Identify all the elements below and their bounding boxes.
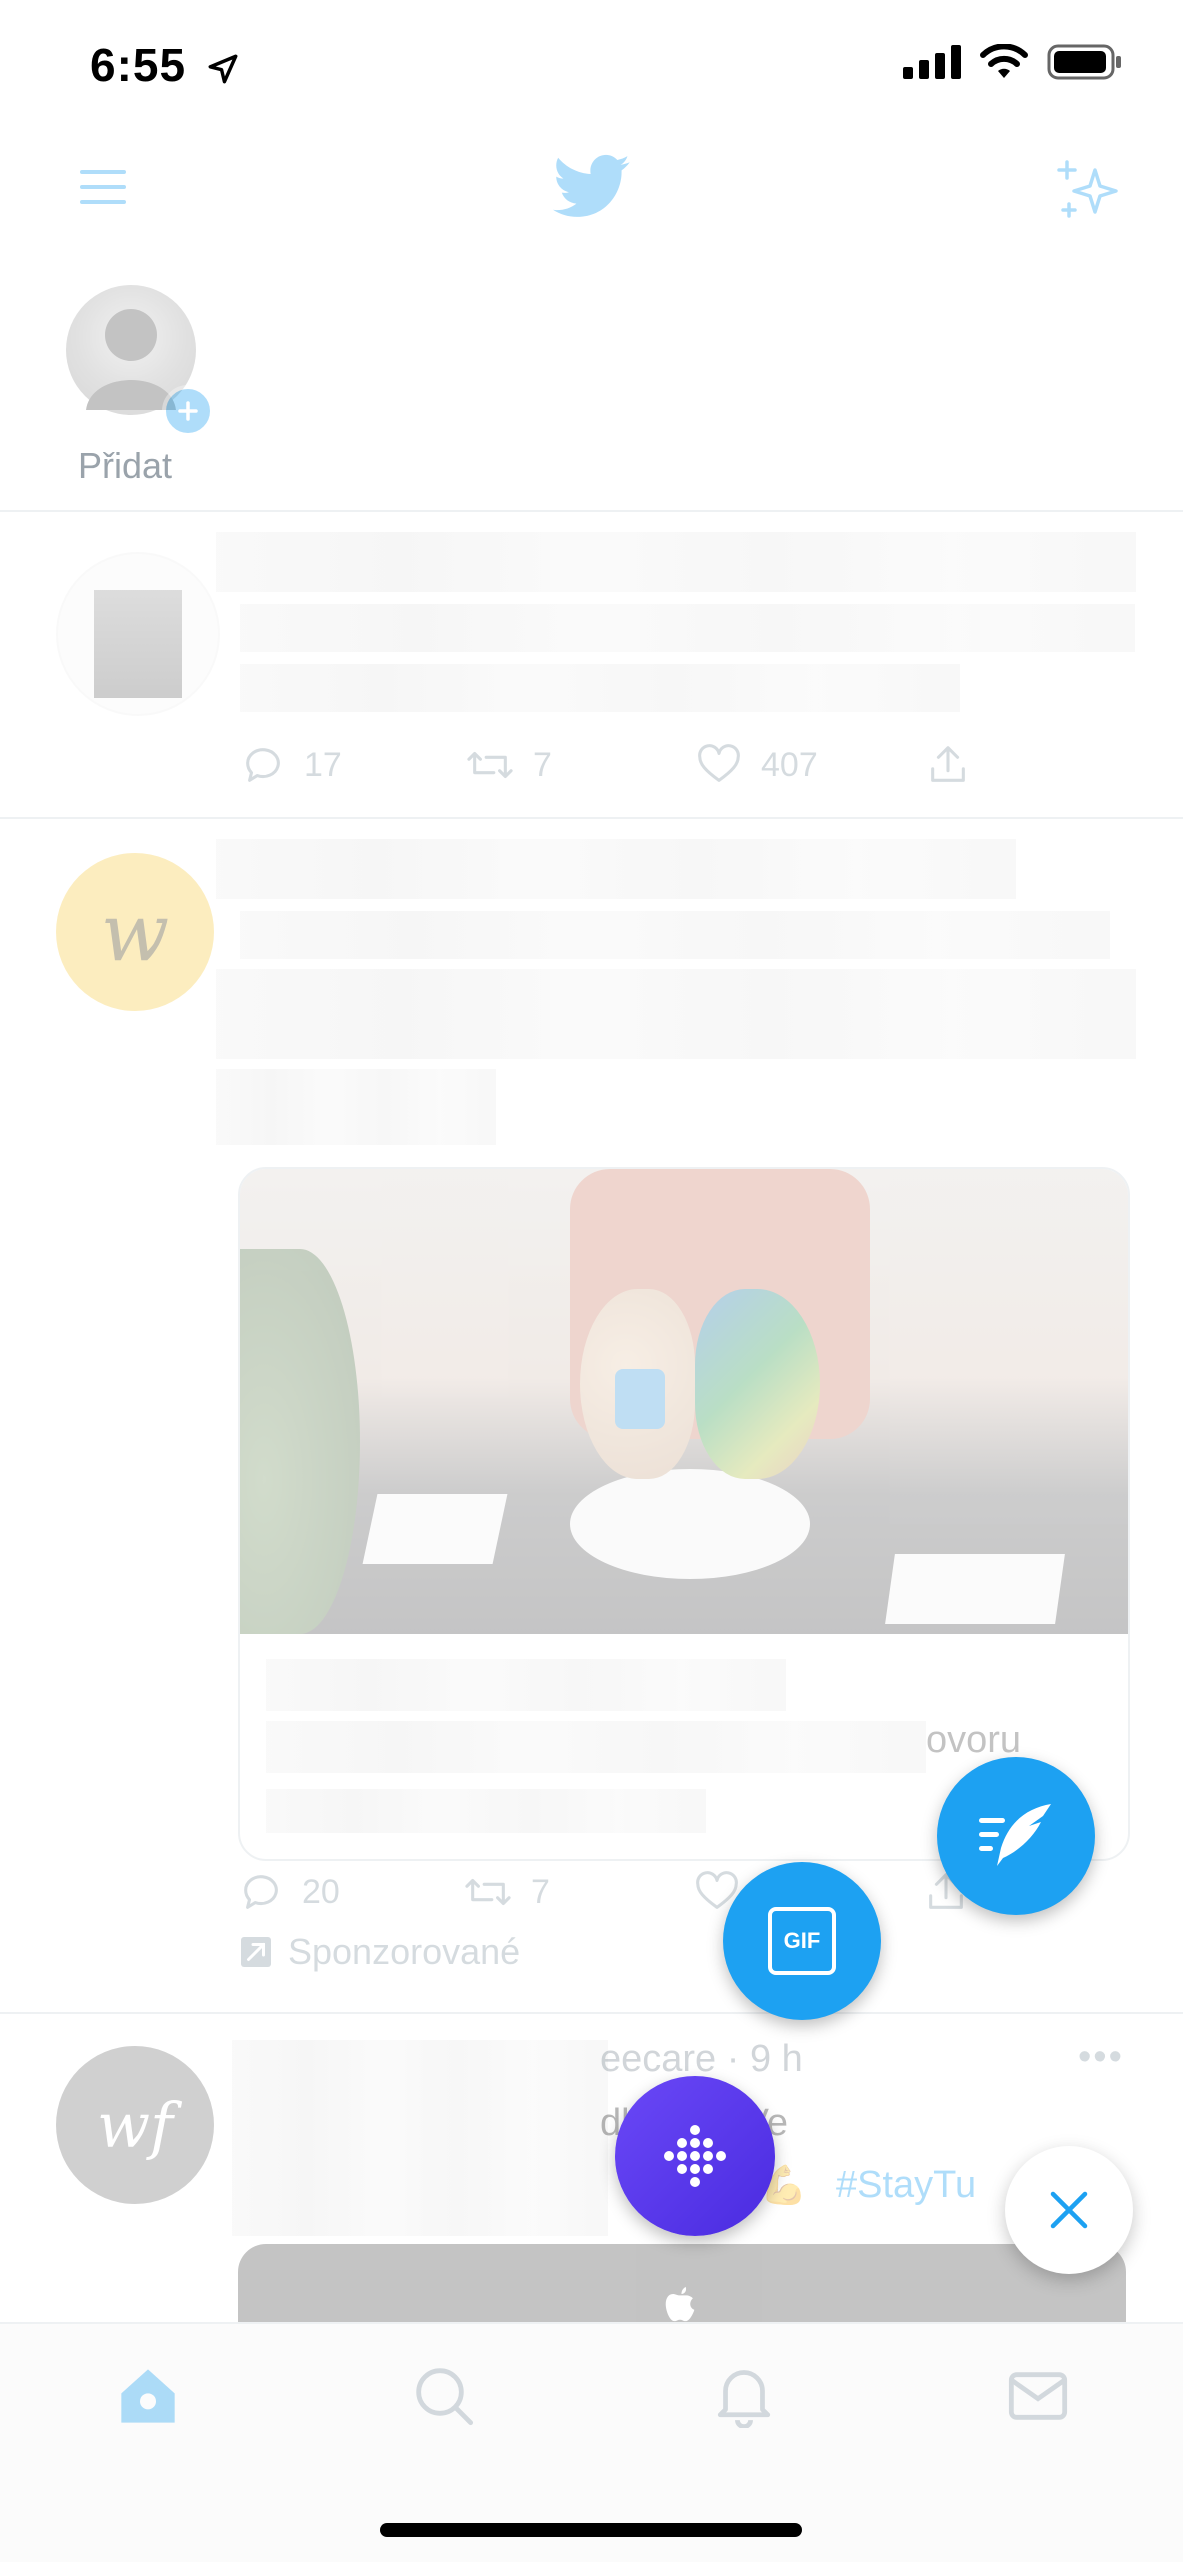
like-button[interactable]: 407 [695,742,925,788]
status-time: 6:55 [90,38,240,92]
tweet-actions: 20 7 [238,1869,998,1915]
apple-logo-icon [665,2286,695,2322]
sparkle-icon[interactable] [1055,156,1125,226]
tweet[interactable]: 17 7 407 [0,512,1183,817]
tweet-meta-fragment: eecare · 9 h [600,2038,803,2080]
blurred-tweet-line [240,604,1135,652]
brain-stand [570,1469,810,1579]
tweet[interactable]: wf eecare · 9 h ••• dlinéhо. Ve 💪 #StayT… [0,2014,1183,2322]
blurred-tweet-line [232,2040,608,2236]
cellular-signal-icon [903,45,961,79]
brain-blue-patch [615,1369,665,1429]
tweet-actions: 17 7 407 [240,742,1000,788]
blurred-card-title [266,1659,786,1711]
media-preview[interactable] [238,2244,1126,2322]
top-nav-bar [0,140,1183,250]
avatar: w [56,853,214,1011]
paper-note [362,1494,508,1564]
reply-icon [246,748,280,782]
blurred-tweet-line [216,839,1016,899]
notifications-bell-icon[interactable] [712,2362,776,2428]
menu-icon[interactable] [78,162,128,212]
brand-logo-icon: w [100,885,170,979]
messages-mail-icon[interactable] [1006,2366,1070,2426]
add-story-plus-icon[interactable] [162,385,214,437]
avatar [56,552,220,716]
card-title-fragment: ovoru [926,1719,1022,1761]
close-icon [1050,2191,1088,2229]
share-icon [931,746,965,782]
retweet-count: 7 [531,1872,550,1911]
reply-button[interactable]: 17 [240,742,465,788]
sponsored-text: Sponzorované [288,1931,521,1972]
location-arrow-icon [208,54,238,84]
like-count: 407 [761,745,818,784]
promoted-icon [241,1937,271,1967]
blurred-card-title [266,1721,926,1773]
card-image [240,1169,1128,1634]
status-time-text: 6:55 [90,39,187,91]
home-indicator [380,2523,802,2537]
sponsored-label[interactable]: Sponzorované [238,1931,520,1973]
retweet-icon [465,1878,511,1906]
battery-icon [1047,44,1121,80]
retweet-count: 7 [533,745,552,784]
share-button[interactable] [925,742,971,788]
dot-grid-icon [664,2125,726,2187]
retweet-button[interactable]: 7 [463,1869,693,1915]
gif-label: GIF [768,1907,836,1975]
add-story[interactable]: Přidat [60,285,214,495]
link-card[interactable]: ovoru [238,1167,1130,1861]
reply-count: 17 [304,745,342,784]
wifi-icon [980,44,1028,78]
home-icon[interactable] [116,2364,180,2428]
compose-tweet-button[interactable] [937,1757,1095,1915]
more-options-icon[interactable]: ••• [1078,2036,1124,2079]
retweet-icon [467,751,513,779]
status-icons [903,44,1123,80]
hashtag-link[interactable]: #StayTu [836,2164,976,2207]
blurred-tweet-line [240,911,1110,959]
paper-note [885,1554,1065,1624]
blurred-tweet-line [216,969,1136,1059]
reply-button[interactable]: 20 [238,1869,463,1915]
fleet-button[interactable] [615,2076,775,2236]
heart-icon [698,744,740,782]
quill-compose-icon [979,1804,1051,1866]
brand-logo-icon: wf [96,2088,174,2162]
blurred-tweet-line [216,1069,496,1145]
reply-count: 20 [302,1872,340,1911]
add-story-label: Přidat [78,445,173,486]
retweet-button[interactable]: 7 [465,742,695,788]
gif-button[interactable]: GIF [723,1862,881,2020]
blurred-tweet-line [216,532,1136,592]
brain-model-right [695,1289,820,1479]
close-menu-button[interactable] [1005,2146,1133,2274]
plant-shape [240,1249,360,1634]
search-icon[interactable] [412,2364,476,2428]
avatar: wf [56,2046,214,2204]
twitter-bird-logo-icon [553,154,630,217]
blurred-card-domain [266,1789,706,1833]
reply-icon [244,1875,278,1909]
blurred-tweet-line [240,664,960,712]
